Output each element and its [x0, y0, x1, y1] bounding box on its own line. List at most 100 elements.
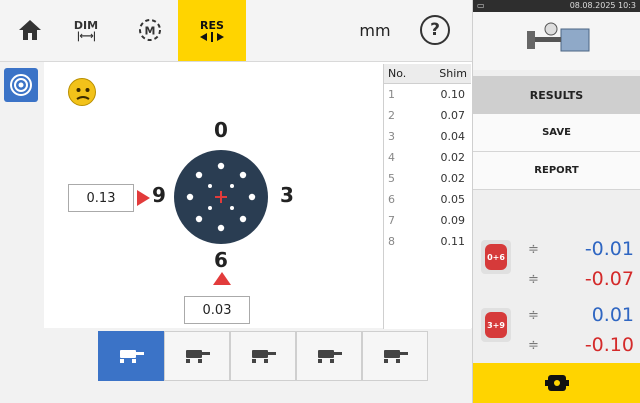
measure-mode-icon: M: [139, 19, 161, 41]
shim-no: 8: [388, 235, 395, 248]
shim-options-bar: [98, 331, 428, 381]
angularity-icon: ≑: [528, 337, 539, 353]
shim-option-2[interactable]: [164, 331, 230, 381]
shim-value: 0.10: [440, 88, 466, 101]
shim-no: 7: [388, 214, 395, 227]
home-icon: [19, 20, 41, 40]
bottom-value: 0.03: [202, 302, 232, 318]
vertical-badge: 0+6: [481, 240, 511, 274]
shim-option-3[interactable]: [230, 331, 296, 381]
results-arrows-icon: [200, 32, 224, 42]
vertical-offset-value: -0.01: [584, 238, 634, 260]
app-screen: DIM |⟷| M RES mm ? 0 3 6 9 0.13 0.03 No.…: [0, 0, 640, 403]
top-toolbar: DIM |⟷| M RES mm ?: [0, 0, 472, 62]
dimensions-label: DIM: [73, 18, 99, 32]
shim-no: 5: [388, 172, 395, 185]
shim-no: 3: [388, 130, 395, 143]
shim-col-shim: Shim: [439, 67, 467, 80]
shim-value: 0.02: [440, 172, 466, 185]
horizontal-badge-label: 3+9: [487, 320, 505, 330]
clock-label-9: 9: [152, 183, 166, 207]
battery-icon: ▭: [477, 1, 485, 10]
shim-option-4[interactable]: [296, 331, 362, 381]
bottom-arrow-icon: [213, 272, 231, 285]
shim-value: 0.07: [440, 109, 466, 122]
machine-feet-icon: [186, 350, 210, 363]
help-label: ?: [430, 20, 440, 40]
units-button[interactable]: mm: [350, 8, 400, 52]
horizontal-offset-value: 0.01: [591, 304, 634, 326]
offset-icon: ≑: [528, 241, 539, 257]
shim-no: 6: [388, 193, 395, 206]
table-row: 6 0.05: [384, 189, 471, 210]
machine-train-icon: [526, 22, 589, 52]
horizontal-offset-row: ≑ 0.01: [528, 300, 638, 330]
help-button[interactable]: ?: [413, 8, 457, 52]
shim-value: 0.09: [440, 214, 466, 227]
help-icon: ?: [420, 15, 450, 45]
horizontal-angularity-value: -0.10: [584, 334, 634, 356]
vertical-badge-label: 0+6: [487, 252, 505, 262]
home-button[interactable]: [8, 8, 52, 52]
results-tab-button[interactable]: RES: [178, 0, 246, 61]
machine-feet-icon: [252, 350, 276, 363]
results-tab-label: RES: [200, 19, 224, 32]
horizontal-badge: 3+9: [481, 308, 511, 342]
shim-table: No. Shim 1 0.10 2 0.07 3 0.04 4 0.02 5 0.02 6…: [383, 64, 471, 329]
continue-button[interactable]: [473, 363, 640, 403]
report-button[interactable]: REPORT: [473, 152, 640, 190]
svg-text:M: M: [145, 25, 156, 38]
shim-option-5[interactable]: [362, 331, 428, 381]
clock-label-3: 3: [280, 183, 294, 207]
vertical-angularity-value: -0.07: [584, 268, 634, 290]
sensor-icon: [545, 375, 569, 391]
vertical-offset-row: ≑ -0.01: [528, 234, 638, 264]
shim-no: 1: [388, 88, 395, 101]
left-arrow-icon: [137, 190, 150, 206]
angularity-icon: ≑: [528, 271, 539, 287]
shim-option-1[interactable]: [98, 331, 164, 381]
status-bar: ▭ 08.08.2025 10:3: [473, 0, 640, 12]
table-row: 3 0.04: [384, 126, 471, 147]
table-row: 8 0.11: [384, 231, 471, 252]
results-label: RESULTS: [529, 88, 584, 102]
offset-icon: ≑: [528, 307, 539, 323]
left-value: 0.13: [86, 190, 116, 206]
shim-value: 0.11: [440, 235, 466, 248]
save-label: SAVE: [542, 127, 571, 138]
shim-col-no: No.: [388, 67, 407, 80]
results-header-button[interactable]: RESULTS: [473, 76, 640, 114]
machine-feet-icon: [120, 350, 144, 363]
dimensions-button[interactable]: DIM |⟷|: [64, 8, 108, 52]
table-row: 5 0.02: [384, 168, 471, 189]
table-row: 1 0.10: [384, 84, 471, 105]
dimension-arrows-icon: |⟷|: [76, 30, 97, 42]
measure-mode-button[interactable]: M: [128, 8, 172, 52]
table-row: 4 0.02: [384, 147, 471, 168]
shim-no: 2: [388, 109, 395, 122]
machine-feet-icon: [318, 350, 342, 363]
flange-view-button[interactable]: [4, 68, 38, 102]
save-button[interactable]: SAVE: [473, 114, 640, 152]
shim-value: 0.02: [440, 151, 466, 164]
shim-table-header: No. Shim: [384, 64, 471, 84]
right-panel: ▭ 08.08.2025 10:3 RESULTS SAVE REPORT 0+…: [472, 0, 640, 403]
vertical-angularity-row: ≑ -0.07: [528, 264, 638, 294]
status-time: 08.08.2025 10:3: [569, 1, 636, 10]
status-smiley-icon: [68, 78, 96, 106]
machine-feet-icon: [384, 350, 408, 363]
clock-label-0: 0: [214, 118, 228, 142]
units-label: mm: [359, 20, 391, 40]
table-row: 2 0.07: [384, 105, 471, 126]
horizontal-angularity-row: ≑ -0.10: [528, 330, 638, 360]
report-label: REPORT: [534, 165, 579, 176]
left-value-box: 0.13: [68, 184, 134, 212]
bottom-value-box: 0.03: [184, 296, 250, 324]
table-row: 7 0.09: [384, 210, 471, 231]
machine-thumbnail[interactable]: [473, 12, 640, 70]
target-icon: [10, 74, 32, 96]
shim-no: 4: [388, 151, 395, 164]
clock-label-6: 6: [214, 248, 228, 272]
shim-value: 0.05: [440, 193, 466, 206]
shim-value: 0.04: [440, 130, 466, 143]
